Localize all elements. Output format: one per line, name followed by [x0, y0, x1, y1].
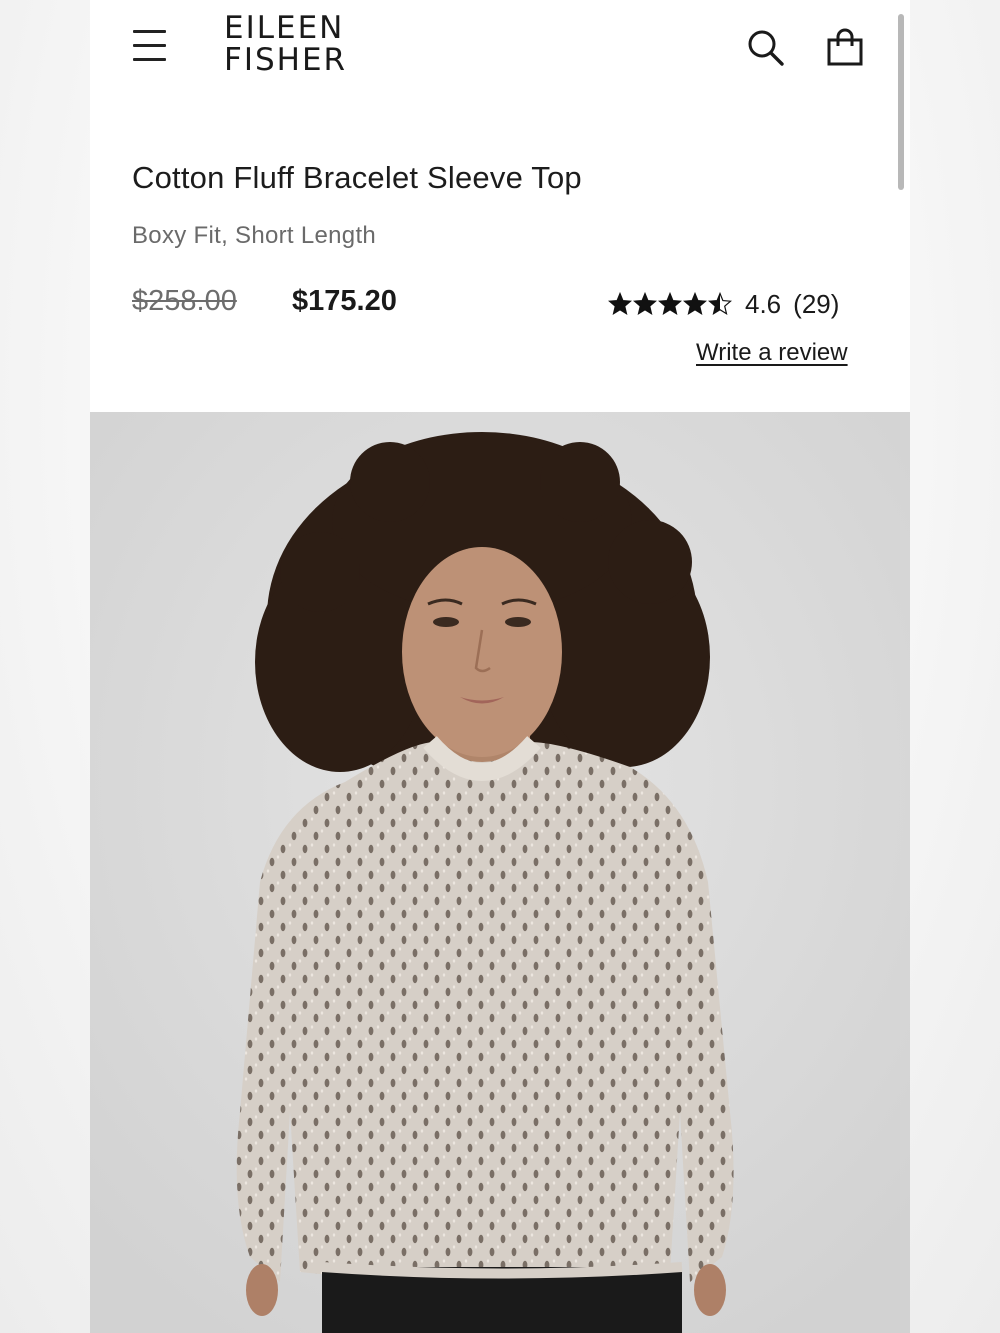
- star-icon: [608, 292, 632, 315]
- star-icon: [658, 292, 682, 315]
- write-review-link[interactable]: Write a review: [696, 339, 848, 367]
- product-image[interactable]: [90, 412, 910, 1333]
- product-page: EILEEN FISHER Cotton Fluff Bracelet Slee…: [90, 0, 910, 1333]
- review-count: (29): [793, 288, 840, 319]
- shopping-bag-icon[interactable]: [824, 27, 868, 71]
- sweater-shape: [236, 742, 734, 1282]
- product-title: Cotton Fluff Bracelet Sleeve Top: [132, 160, 582, 195]
- page-scrollbar[interactable]: [898, 14, 904, 190]
- star-rating-icons: [608, 292, 733, 316]
- sale-price: $175.20: [292, 285, 397, 317]
- star-icon: [633, 292, 657, 315]
- star-icon: [683, 292, 707, 315]
- original-price: $258.00: [132, 285, 237, 317]
- model-photo-illustration: [90, 412, 910, 1333]
- product-subtitle: Boxy Fit, Short Length: [132, 222, 377, 249]
- search-icon[interactable]: [745, 27, 789, 71]
- brand-logo-line2: FISHER: [224, 42, 348, 78]
- hamburger-menu-icon[interactable]: [130, 26, 170, 66]
- brand-logo[interactable]: EILEEN FISHER: [224, 12, 347, 76]
- star-icon: [708, 292, 732, 315]
- brand-logo-line1: EILEEN: [224, 10, 345, 46]
- product-rating[interactable]: 4.6 (29): [608, 286, 839, 322]
- rating-value: 4.6: [745, 288, 782, 319]
- site-header: EILEEN FISHER: [90, 0, 910, 110]
